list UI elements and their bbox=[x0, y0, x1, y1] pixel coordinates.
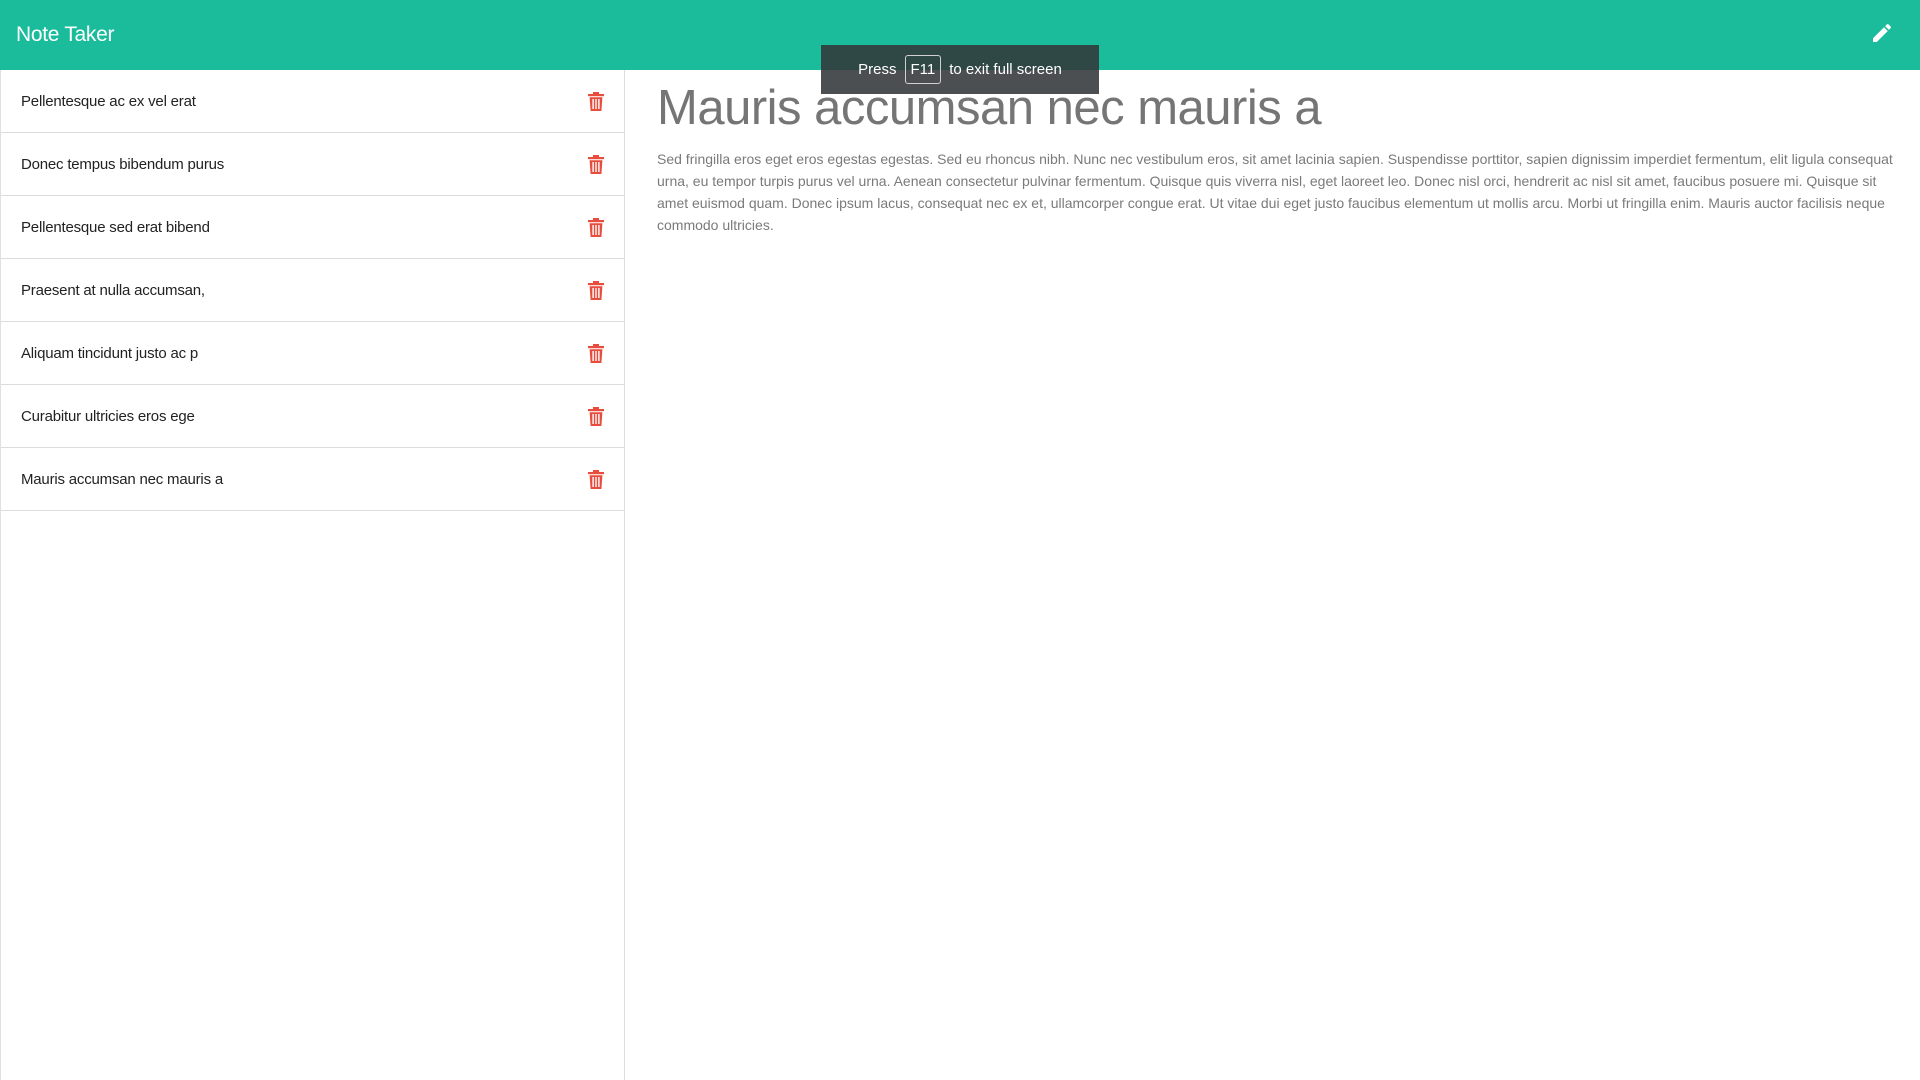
note-viewer: Mauris accumsan nec mauris a Sed fringil… bbox=[625, 70, 1920, 1080]
note-list-item[interactable]: Curabitur ultricies eros ege bbox=[1, 385, 624, 448]
note-list-item-title: Pellentesque sed erat bibend bbox=[21, 218, 210, 236]
notes-list: Pellentesque ac ex vel erat Donec tempus… bbox=[0, 70, 625, 1080]
trash-icon bbox=[588, 91, 604, 111]
note-list-item[interactable]: Mauris accumsan nec mauris a bbox=[1, 448, 624, 511]
trash-icon bbox=[588, 469, 604, 489]
fullscreen-exit-notice: Press F11 to exit full screen bbox=[821, 45, 1099, 94]
note-list-item[interactable]: Aliquam tincidunt justo ac p bbox=[1, 322, 624, 385]
trash-icon bbox=[588, 280, 604, 300]
delete-note-button[interactable] bbox=[586, 467, 606, 491]
app-title[interactable]: Note Taker bbox=[16, 23, 114, 47]
delete-note-button[interactable] bbox=[586, 341, 606, 365]
trash-icon bbox=[588, 343, 604, 363]
delete-note-button[interactable] bbox=[586, 215, 606, 239]
fullscreen-key-badge: F11 bbox=[904, 55, 942, 84]
note-list-item[interactable]: Pellentesque ac ex vel erat bbox=[1, 70, 624, 133]
trash-icon bbox=[588, 406, 604, 426]
pencil-icon bbox=[1870, 21, 1894, 50]
note-list-item[interactable]: Praesent at nulla accumsan, bbox=[1, 259, 624, 322]
note-body[interactable]: Sed fringilla eros eget eros egestas ege… bbox=[657, 148, 1900, 236]
note-list-item[interactable]: Donec tempus bibendum purus bbox=[1, 133, 624, 196]
note-list-item-title: Praesent at nulla accumsan, bbox=[21, 281, 205, 299]
trash-icon bbox=[588, 154, 604, 174]
delete-note-button[interactable] bbox=[586, 152, 606, 176]
trash-icon bbox=[588, 217, 604, 237]
note-list-item[interactable]: Pellentesque sed erat bibend bbox=[1, 196, 624, 259]
fullscreen-notice-suffix: to exit full screen bbox=[949, 61, 1062, 78]
note-list-item-title: Pellentesque ac ex vel erat bbox=[21, 92, 196, 110]
delete-note-button[interactable] bbox=[586, 278, 606, 302]
note-list-item-title: Donec tempus bibendum purus bbox=[21, 155, 225, 173]
delete-note-button[interactable] bbox=[586, 89, 606, 113]
new-note-button[interactable] bbox=[1862, 15, 1902, 55]
fullscreen-notice-prefix: Press bbox=[858, 61, 897, 78]
delete-note-button[interactable] bbox=[586, 404, 606, 428]
note-list-item-title: Mauris accumsan nec mauris a bbox=[21, 470, 223, 488]
note-list-item-title: Curabitur ultricies eros ege bbox=[21, 407, 195, 425]
note-list-item-title: Aliquam tincidunt justo ac p bbox=[21, 344, 199, 362]
